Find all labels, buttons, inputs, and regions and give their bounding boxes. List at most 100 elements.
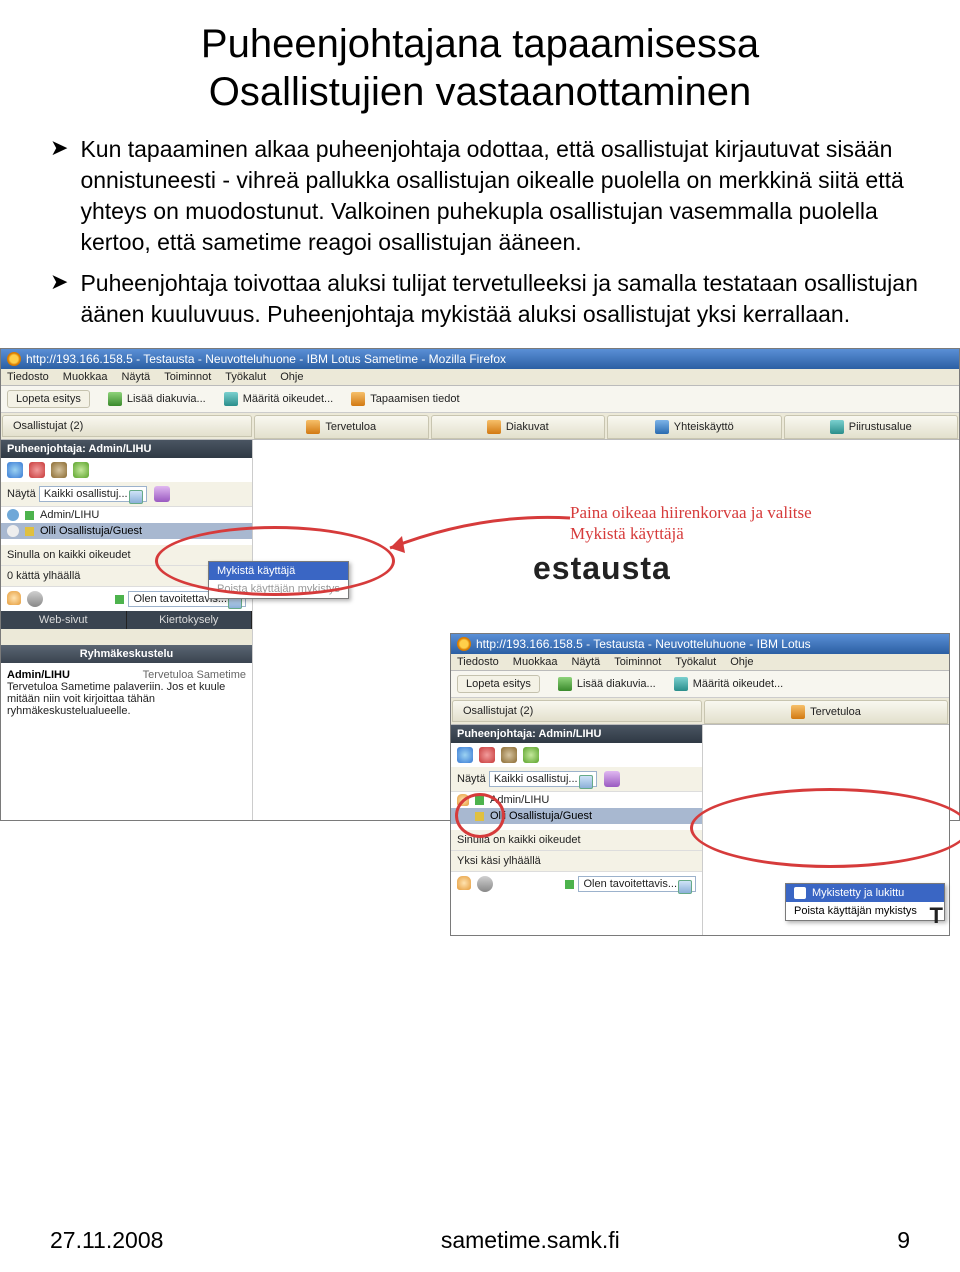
bullet-text: Puheenjohtaja toivottaa aluksi tulijat t… — [80, 268, 930, 330]
audio-controls — [1, 458, 252, 482]
annotation-mute-hint: Paina oikeaa hiirenkorvaa ja valitse Myk… — [570, 503, 870, 544]
pencil-icon — [830, 420, 844, 434]
participant-name: Olli Osallistuja/Guest — [40, 525, 142, 537]
vol-icon[interactable] — [73, 462, 89, 478]
web-tab[interactable]: Web-sivut — [1, 611, 127, 629]
window-titlebar: http://193.166.158.5 - Testausta - Neuvo… — [451, 634, 949, 654]
participant-name: Admin/LIHU — [40, 509, 99, 521]
mic-icon[interactable] — [479, 747, 495, 763]
moderator-header: Puheenjohtaja: Admin/LIHU — [451, 725, 702, 743]
menu-actions[interactable]: Toiminnot — [614, 656, 661, 668]
hand-icon[interactable] — [457, 876, 471, 890]
window-titlebar: http://193.166.158.5 - Testausta - Neuvo… — [1, 349, 959, 369]
hand-icon[interactable] — [7, 591, 21, 605]
info-circle-icon[interactable] — [27, 591, 43, 607]
people-icon[interactable] — [154, 486, 170, 502]
add-slides-button[interactable]: Lisää diakuvia... — [558, 677, 656, 691]
meeting-info-button[interactable]: Tapaamisen tiedot — [351, 392, 459, 406]
menu-help[interactable]: Ohje — [730, 656, 753, 668]
window-title: http://193.166.158.5 - Testausta - Neuvo… — [476, 637, 811, 651]
add-slides-button[interactable]: Lisää diakuvia... — [108, 392, 206, 406]
participant-name: Olli Osallistuja/Guest — [490, 810, 592, 822]
menu-view[interactable]: Näytä — [571, 656, 600, 668]
slide-footer: 27.11.2008 sametime.samk.fi 9 — [0, 1227, 960, 1254]
menu-tools[interactable]: Työkalut — [675, 656, 716, 668]
context-menu-unmute[interactable]: Mykistetty ja lukittu Poista käyttäjän m… — [785, 883, 945, 921]
slide-title: Puheenjohtajana tapaamisessa Osallistuji… — [30, 20, 930, 116]
speaker-icon[interactable] — [457, 747, 473, 763]
footer-page: 9 — [897, 1227, 910, 1254]
vol-icon[interactable] — [523, 747, 539, 763]
permissions-button[interactable]: Määritä oikeudet... — [224, 392, 334, 406]
participant-row[interactable]: Admin/LIHU — [451, 792, 702, 808]
sharing-tab[interactable]: Yhteiskäyttö — [607, 415, 782, 439]
bullet-item: ➤ Kun tapaaminen alkaa puheenjohtaja odo… — [50, 134, 930, 258]
welcome-tab[interactable]: Tervetuloa — [254, 415, 429, 439]
presence-select[interactable]: Olen tavoitettavis... — [578, 876, 696, 892]
bullet-arrow-icon: ➤ — [50, 134, 68, 258]
show-select[interactable]: Kaikki osallistuj... — [489, 771, 597, 787]
window-title: http://193.166.158.5 - Testausta - Neuvo… — [26, 352, 506, 366]
participant-name: Admin/LIHU — [490, 794, 549, 806]
status-green-icon — [475, 796, 484, 805]
background-slide-title: estausta — [533, 550, 671, 587]
chat-header: Ryhmäkeskustelu — [1, 645, 252, 663]
menu-file[interactable]: Tiedosto — [457, 656, 499, 668]
chat-intro-label: Tervetuloa Sametime — [143, 669, 246, 681]
lower-tabs: Web-sivut Kiertokysely — [1, 611, 252, 629]
menu-bar[interactable]: Tiedosto Muokkaa Näytä Toiminnot Työkalu… — [1, 369, 959, 386]
disabled-menuitem: Poista käyttäjän mykistys — [209, 580, 348, 598]
context-menu-mute[interactable]: Mykistä käyttäjä Poista käyttäjän mykist… — [208, 561, 349, 599]
menu-tools[interactable]: Työkalut — [225, 371, 266, 383]
menu-view[interactable]: Näytä — [121, 371, 150, 383]
welcome-tab[interactable]: Tervetuloa — [704, 700, 948, 724]
unmute-menuitem[interactable]: Poista käyttäjän mykistys — [786, 902, 944, 920]
participants-tab[interactable]: Osallistujat (2) — [452, 700, 702, 722]
menu-bar[interactable]: Tiedosto Muokkaa Näytä Toiminnot Työkalu… — [451, 654, 949, 671]
mic-icon[interactable] — [29, 462, 45, 478]
permissions-button[interactable]: Määritä oikeudet... — [674, 677, 784, 691]
participants-tab[interactable]: Osallistujat (2) — [2, 415, 252, 437]
speaker-icon[interactable] — [7, 462, 23, 478]
poll-tab[interactable]: Kiertokysely — [127, 611, 253, 629]
folder-icon — [487, 420, 501, 434]
status-yellow-icon — [475, 812, 484, 821]
stop-presentation-button[interactable]: Lopeta esitys — [457, 675, 540, 693]
add-slide-icon — [108, 392, 122, 406]
show-label: Näytä — [457, 773, 486, 785]
whiteboard-tab[interactable]: Piirustusalue — [784, 415, 959, 439]
show-filter-row: Näytä Kaikki osallistuj... — [451, 767, 702, 792]
phone-icon[interactable] — [501, 747, 517, 763]
stop-presentation-button[interactable]: Lopeta esitys — [7, 390, 90, 408]
people-icon[interactable] — [604, 771, 620, 787]
rights-text: Sinulla on kaikki oikeudet — [451, 830, 702, 851]
participant-row[interactable]: Admin/LIHU — [1, 507, 252, 523]
show-select[interactable]: Kaikki osallistuj... — [39, 486, 147, 502]
audio-controls — [451, 743, 702, 767]
menu-actions[interactable]: Toiminnot — [164, 371, 211, 383]
permissions-icon — [674, 677, 688, 691]
home-icon — [791, 705, 805, 719]
mute-user-menuitem[interactable]: Mykistä käyttäjä — [209, 562, 348, 580]
firefox-icon — [7, 352, 21, 366]
menu-edit[interactable]: Muokkaa — [513, 656, 558, 668]
toolbar: Lopeta esitys Lisää diakuvia... Määritä … — [451, 671, 949, 698]
toolbar: Lopeta esitys Lisää diakuvia... Määritä … — [1, 386, 959, 413]
hand-raised-icon — [457, 794, 469, 806]
muted-locked-menuitem[interactable]: Mykistetty ja lukittu — [786, 884, 944, 902]
add-slide-icon — [558, 677, 572, 691]
chat-message: Tervetuloa Sametime palaveriin. Jos et k… — [7, 681, 246, 717]
show-filter-row: Näytä Kaikki osallistuj... — [1, 482, 252, 507]
participant-row-selected[interactable]: Olli Osallistuja/Guest — [451, 808, 702, 824]
status-green-icon — [25, 511, 34, 520]
participant-row-selected[interactable]: Olli Osallistuja/Guest — [1, 523, 252, 539]
menu-edit[interactable]: Muokkaa — [63, 371, 108, 383]
bullet-arrow-icon: ➤ — [50, 268, 68, 330]
info-circle-icon[interactable] — [477, 876, 493, 892]
phone-icon[interactable] — [51, 462, 67, 478]
info-icon — [351, 392, 365, 406]
presence-icon — [115, 595, 124, 604]
menu-help[interactable]: Ohje — [280, 371, 303, 383]
menu-file[interactable]: Tiedosto — [7, 371, 49, 383]
slides-tab[interactable]: Diakuvat — [431, 415, 606, 439]
